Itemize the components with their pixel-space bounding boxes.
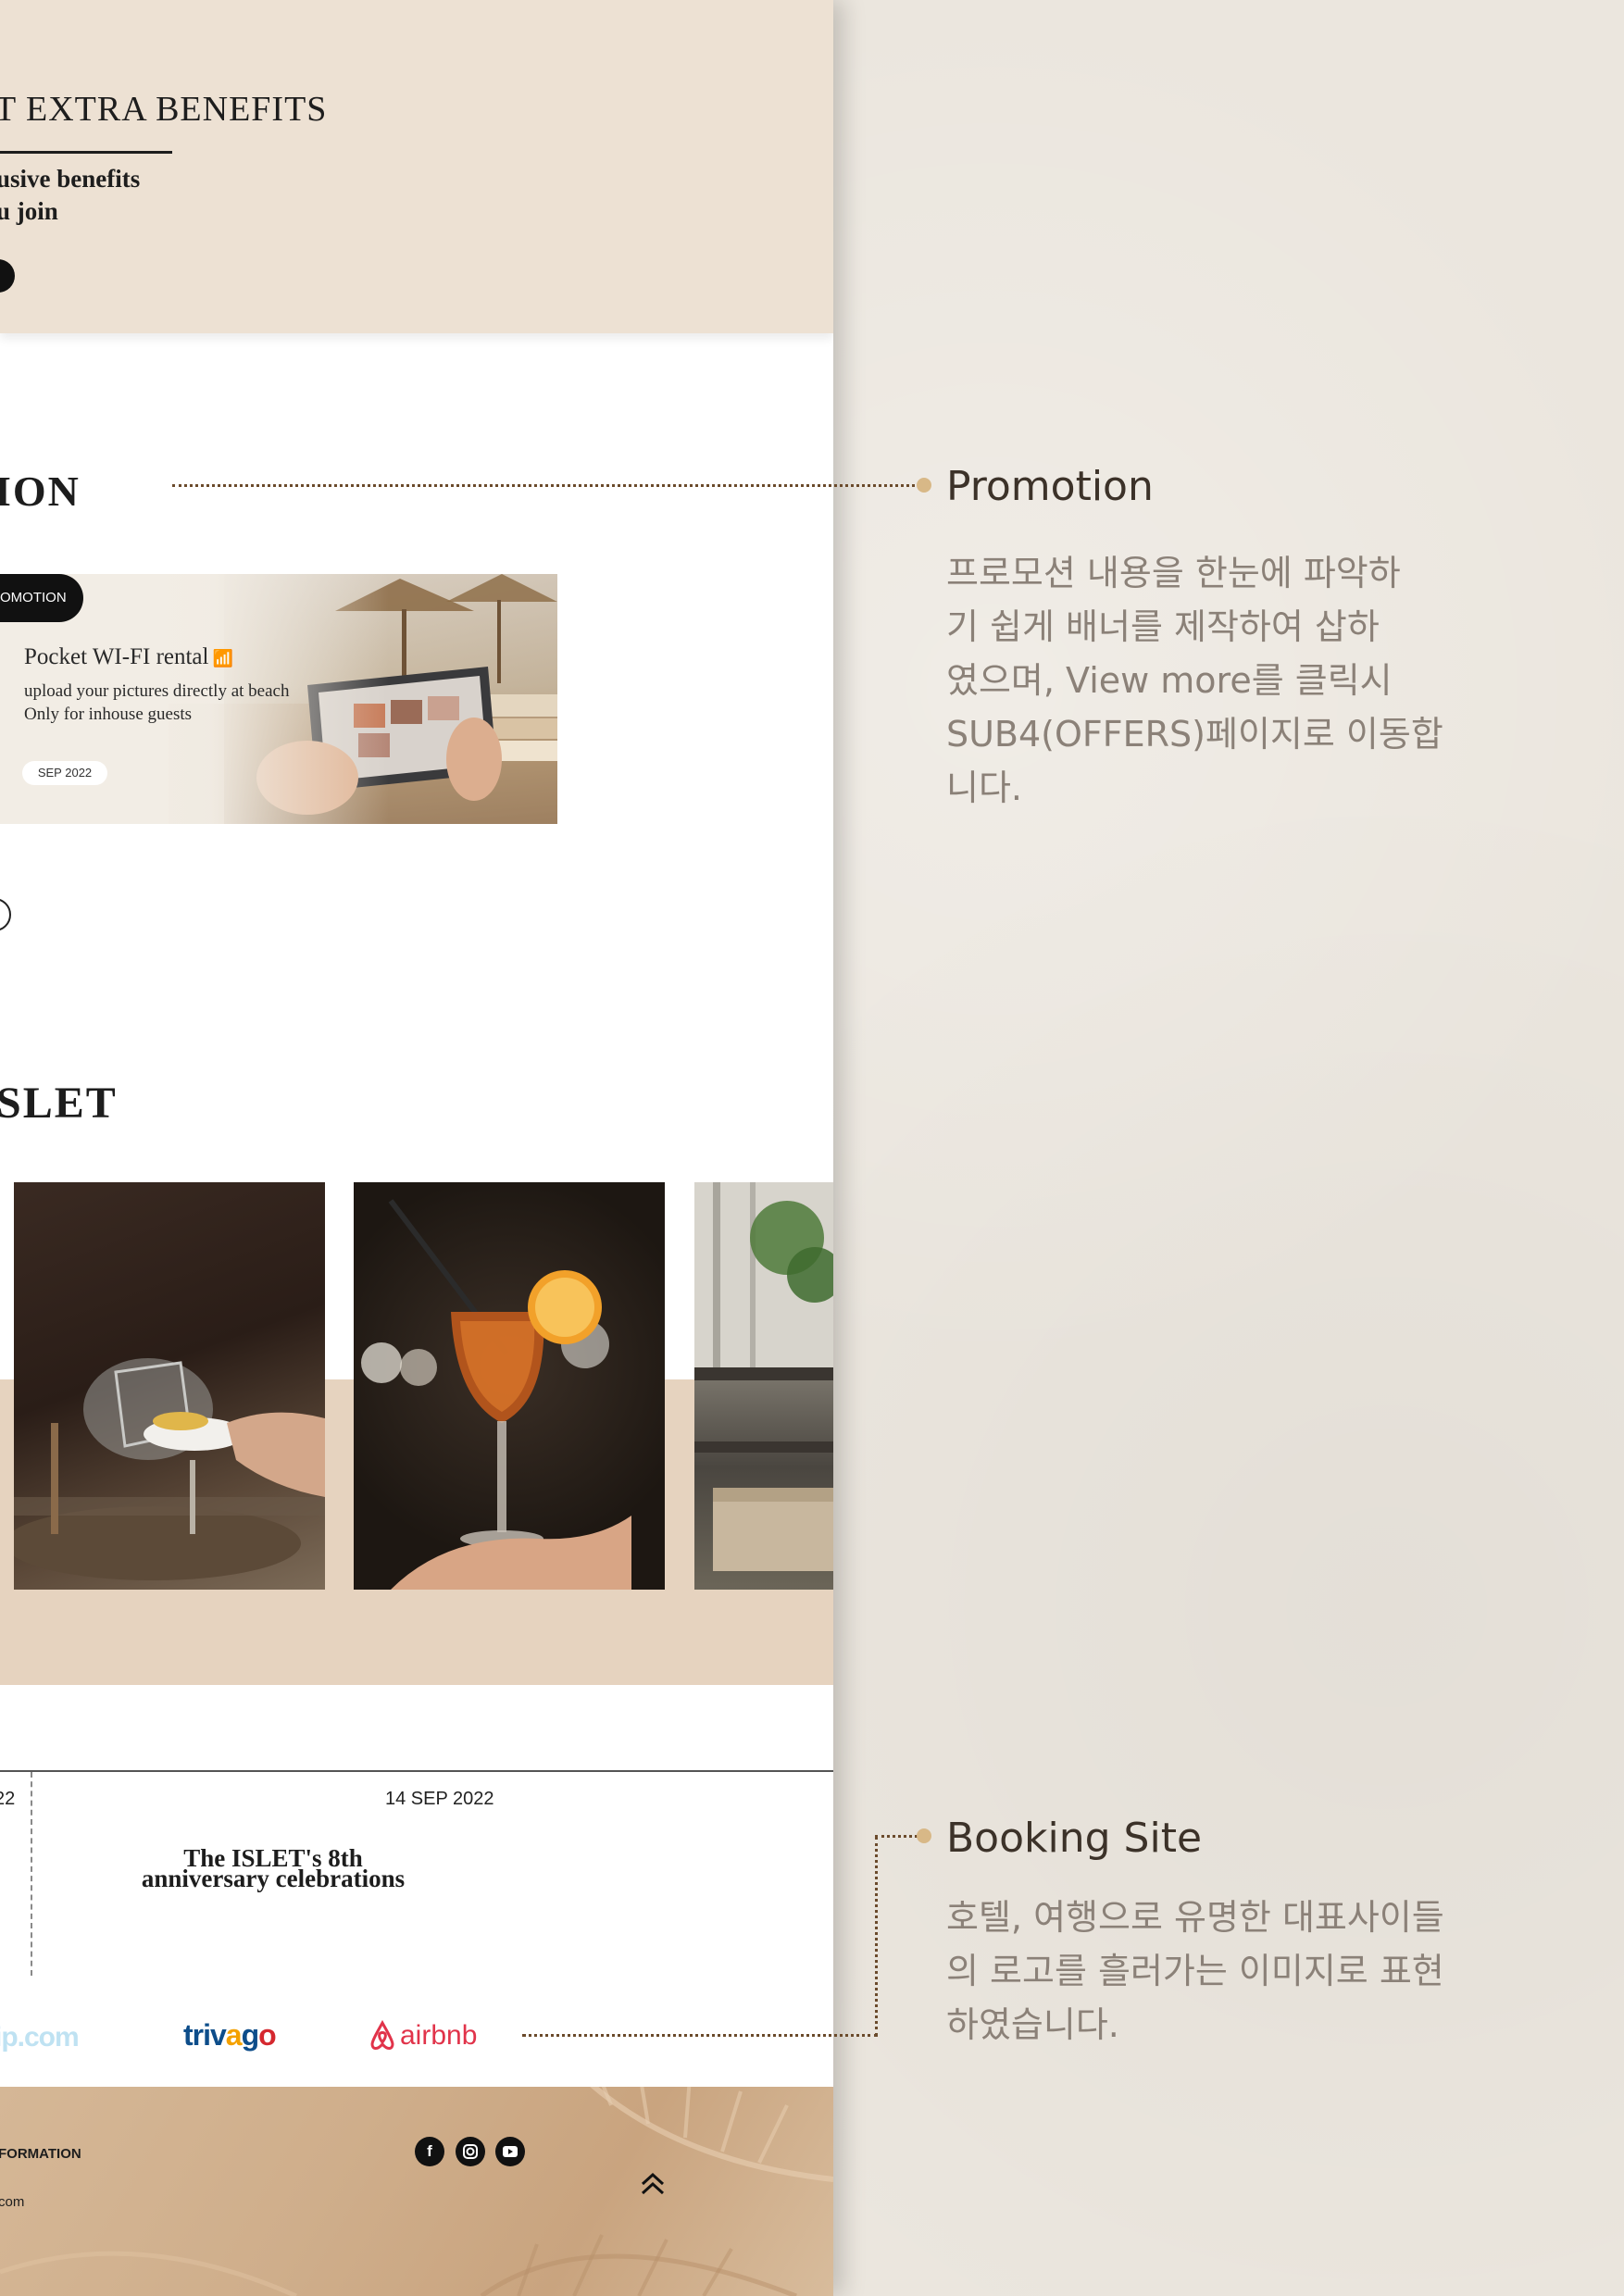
youtube-icon[interactable] (495, 2137, 525, 2166)
instagram-icon[interactable] (456, 2137, 485, 2166)
banner-description-line2: Only for inhouse guests (24, 705, 193, 724)
wifi-icon: 📶 (212, 649, 233, 668)
news-date: 14 SEP 2022 (385, 1789, 494, 1809)
airbnb-icon (370, 2019, 394, 2050)
booking-connector-top (875, 1835, 918, 1838)
banner-title: Pocket WI-FI rental 📶 (24, 644, 233, 670)
gallery-photo-interior[interactable] (694, 1182, 833, 1590)
cocktail-illustration (361, 1199, 631, 1590)
gallery-photo-cooking[interactable] (14, 1182, 325, 1590)
footer-email[interactable]: com (0, 2194, 24, 2210)
booking-logo-partial[interactable]: ip.com (0, 2022, 80, 2053)
benefits-title: T EXTRA BENEFITS (0, 90, 328, 129)
benefits-subtitle: usive benefits u join (0, 163, 140, 228)
cooking-illustration (14, 1358, 325, 1580)
trivago-logo-text: triv (183, 2018, 227, 2052)
view-more-button[interactable] (0, 898, 11, 931)
booking-annotation-title: Booking Site (946, 1815, 1203, 1862)
palm-leaf-pattern (0, 2087, 833, 2296)
gallery-photo-cocktail[interactable] (354, 1182, 665, 1590)
promotion-annotation-body: 프로모션 내용을 한눈에 파악하 기 쉽게 배너를 제작하여 삽하 였으며, V… (946, 553, 1443, 808)
benefits-subtitle-line1: usive benefits (0, 165, 141, 193)
booking-marker-dot (917, 1828, 931, 1843)
footer-information-label: FORMATION (0, 2146, 81, 2162)
airbnb-logo-text: airbnb (400, 2020, 478, 2051)
footer: FORMATION com f (0, 2087, 833, 2296)
banner-date-badge: SEP 2022 (22, 761, 107, 785)
islet-section-title: SLET (0, 1079, 118, 1128)
promotion-connector (172, 484, 920, 487)
news-title[interactable]: The ISLET's 8th anniversary celebrations (120, 1846, 426, 1891)
promotion-marker-dot (917, 478, 931, 493)
benefits-section: T EXTRA BENEFITS usive benefits u join (0, 0, 833, 333)
news-top-rule (0, 1770, 833, 1772)
trivago-logo-a: a (225, 2018, 243, 2052)
trivago-logo[interactable]: trivago (183, 2018, 277, 2053)
benefits-underline (0, 151, 172, 154)
instagram-glyph (463, 2144, 478, 2159)
double-chevron-up-icon[interactable] (637, 2168, 668, 2200)
news-prev-date: 22 (0, 1789, 16, 1809)
facebook-icon[interactable]: f (415, 2137, 444, 2166)
interior-illustration (694, 1182, 833, 1571)
benefits-join-button[interactable] (0, 259, 15, 293)
booking-annotation-body: 호텔, 여행으로 유명한 대표사이들 의 로고를 흘러가는 이미지로 표현 하였… (946, 1897, 1444, 2045)
benefits-subtitle-line2: u join (0, 197, 58, 225)
banner-title-text: Pocket WI-FI rental (24, 644, 209, 669)
promotion-annotation-title: Promotion (946, 463, 1154, 510)
trivago-logo-o: o (258, 2018, 277, 2052)
news-divider (31, 1772, 32, 1976)
website-mockup: T EXTRA BENEFITS usive benefits u join I… (0, 0, 833, 2296)
youtube-glyph (503, 2146, 518, 2157)
promotion-tag: OMOTION (0, 574, 83, 622)
banner-description-line1: upload your pictures directly at beach (24, 681, 290, 701)
airbnb-logo[interactable]: airbnb (369, 2019, 478, 2052)
promotion-section-title: ION (0, 468, 81, 515)
booking-connector-horizontal (522, 2034, 878, 2037)
trivago-logo-g: g (241, 2018, 260, 2052)
booking-connector-vertical (875, 1837, 878, 2036)
